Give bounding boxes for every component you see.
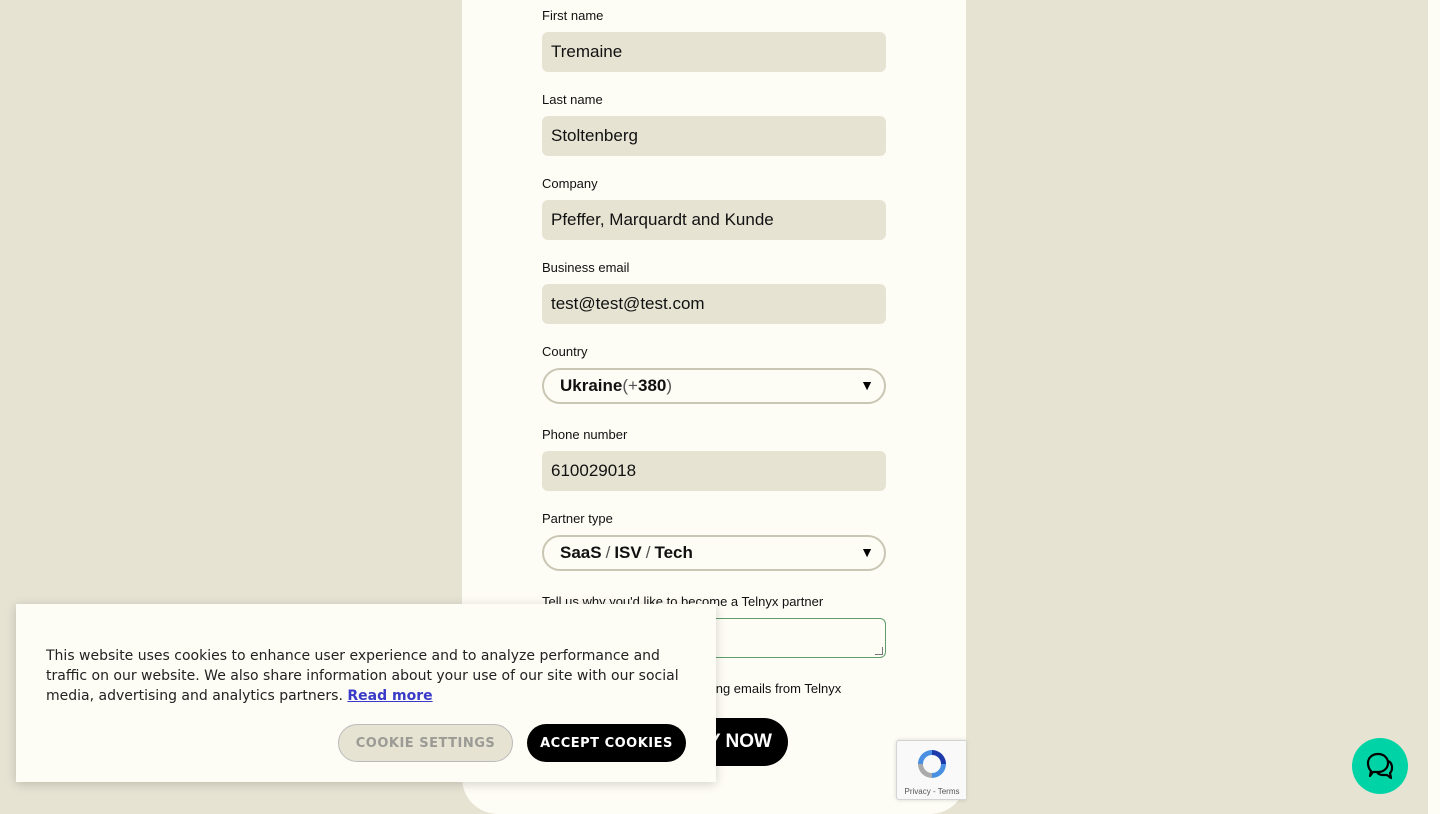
partner-type-separator: / [645, 543, 651, 562]
company-label: Company [542, 176, 598, 191]
resize-grip-icon[interactable] [875, 647, 883, 655]
recaptcha-links[interactable]: Privacy - Terms [897, 787, 967, 796]
apply-now-label: Y NOW [707, 731, 772, 752]
country-code: 380 [637, 376, 667, 395]
marketing-consent-text: eting emails from Telnyx [702, 681, 842, 696]
country-plus: + [628, 376, 638, 395]
partner-type-label: Partner type [542, 511, 613, 526]
cookie-banner: This website uses cookies to enhance use… [16, 604, 716, 782]
partner-type-isv: ISV [614, 543, 642, 562]
recaptcha-badge[interactable]: Privacy - Terms [896, 740, 966, 800]
cookie-banner-text: This website uses cookies to enhance use… [46, 646, 696, 706]
phone-number-label: Phone number [542, 427, 628, 442]
read-more-link[interactable]: Read more [347, 688, 432, 704]
country-close-paren: ) [666, 376, 673, 395]
cookie-settings-button[interactable]: COOKIE SETTINGS [338, 724, 513, 762]
last-name-label: Last name [542, 92, 603, 107]
partner-type-separator: / [605, 543, 611, 562]
chevron-down-icon: ▼ [860, 544, 874, 560]
partner-type-tech: Tech [654, 543, 693, 562]
page-scrollbar[interactable] [1428, 0, 1440, 814]
partner-type-select[interactable]: SaaS / ISV / Tech ▼ [542, 535, 886, 571]
country-label: Country [542, 344, 588, 359]
chat-button[interactable] [1352, 738, 1408, 794]
business-email-input[interactable]: test@test@test.com [542, 284, 886, 324]
chevron-down-icon: ▼ [860, 377, 874, 393]
partner-type-saas: SaaS [560, 543, 602, 562]
phone-number-input[interactable]: 610029018 [542, 451, 886, 491]
recaptcha-icon [918, 750, 946, 778]
chat-bubbles-icon [1366, 752, 1394, 780]
first-name-label: First name [542, 8, 604, 23]
accept-cookies-button[interactable]: ACCEPT COOKIES [527, 724, 686, 762]
first-name-input[interactable]: Tremaine [542, 32, 886, 72]
company-input[interactable]: Pfeffer, Marquardt and Kunde [542, 200, 886, 240]
business-email-label: Business email [542, 260, 630, 275]
country-select[interactable]: Ukraine (+380) ▼ [542, 368, 886, 404]
last-name-input[interactable]: Stoltenberg [542, 116, 886, 156]
country-name: Ukraine [560, 376, 623, 395]
